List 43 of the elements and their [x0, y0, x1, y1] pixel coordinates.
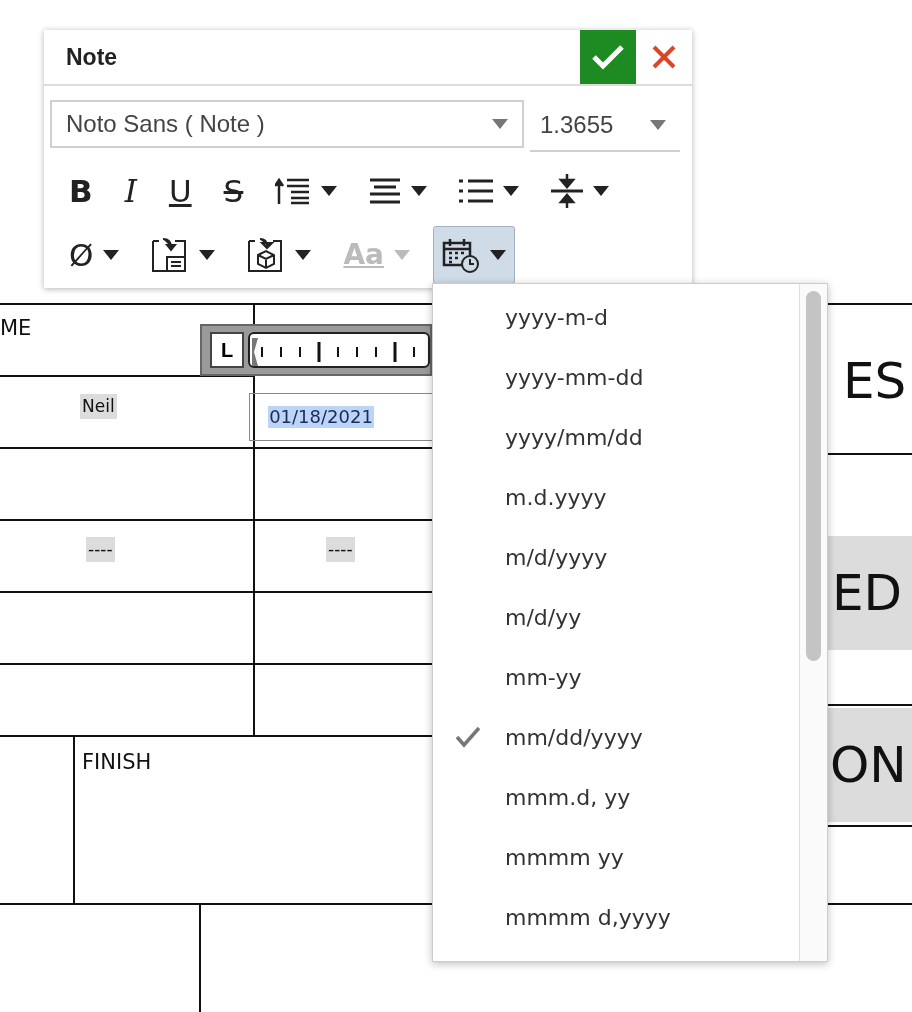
large-heading: ED [828, 536, 912, 650]
tab-type-button[interactable]: L [210, 332, 244, 368]
menu-item[interactable]: mm/dd/yyyy [433, 707, 799, 767]
caret-icon [650, 120, 666, 130]
cell-label: ME [0, 318, 32, 339]
italic-button[interactable]: I [115, 167, 146, 215]
calendar-clock-icon [442, 237, 480, 273]
strikethrough-button[interactable]: S [214, 167, 253, 215]
checkmark-icon [591, 44, 625, 70]
ruler[interactable]: L [200, 324, 432, 376]
menu-item[interactable]: m.d.yyyy [433, 467, 799, 527]
caret-icon [492, 119, 508, 129]
menu-item[interactable]: mm-yy [433, 647, 799, 707]
cell-label: FINISH [82, 752, 152, 773]
date-format-button[interactable] [433, 226, 515, 284]
cell-value: ---- [326, 537, 355, 562]
font-dropdown[interactable]: Noto Sans ( Note ) [50, 100, 524, 148]
underline-button[interactable]: U [159, 167, 201, 215]
scrollbar-thumb[interactable] [806, 291, 821, 661]
menu-item[interactable]: m/d/yyyy [433, 527, 799, 587]
menu-item[interactable]: yyyy/mm/dd [433, 407, 799, 467]
cell-value: ---- [86, 537, 115, 562]
menu-item[interactable]: mmmm yy [433, 827, 799, 887]
menu-item[interactable]: yyyy-m-d [433, 287, 799, 347]
large-heading: ES [843, 351, 907, 412]
bulleted-list-icon [459, 177, 494, 205]
menu-item[interactable]: mmm.d, yy [433, 767, 799, 827]
close-icon [652, 45, 676, 69]
confirm-button[interactable] [580, 30, 636, 84]
panel-title: Note [65, 43, 119, 71]
menu-item[interactable]: mmmm d,yyyy [433, 887, 799, 947]
menu-item[interactable]: m/d/yy [433, 587, 799, 647]
bold-button[interactable]: B [60, 167, 102, 215]
line-spacing-icon [275, 176, 312, 206]
checkmark-icon [455, 726, 481, 748]
align-center-icon [369, 177, 402, 205]
large-heading: ON [828, 708, 912, 822]
date-field[interactable]: 01/18/2021 [249, 393, 432, 441]
cell-value: Neil [80, 394, 117, 419]
scrollbar[interactable] [799, 284, 827, 961]
symbol-button[interactable]: Ø [60, 231, 129, 279]
paragraph-spacing-icon [551, 174, 584, 208]
menu-item[interactable]: yyyy-mm-dd [433, 347, 799, 407]
